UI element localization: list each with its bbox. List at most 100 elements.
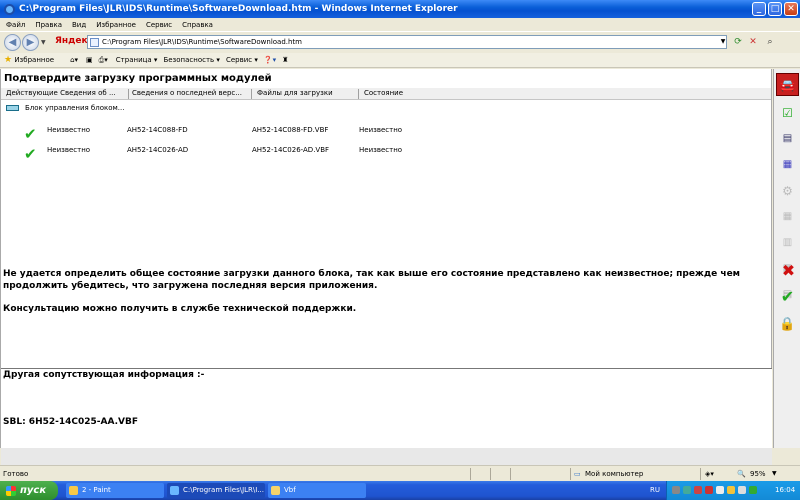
command-bar: ★ Избранное ⌂▾ ▣ ⎙▾ Страница ▾ Безопасно… <box>0 53 800 68</box>
search-icon[interactable]: ⌕ <box>763 35 777 49</box>
windows-logo-icon <box>6 485 16 496</box>
settings-list-icon[interactable]: ▤ <box>776 127 799 150</box>
task-label: C:\Program Files\JLR\I... <box>183 486 265 494</box>
tray-icon[interactable] <box>727 486 735 494</box>
tray-icon[interactable] <box>683 486 691 494</box>
column-divider[interactable] <box>251 89 252 99</box>
taskbar: пуск 2 - Paint C:\Program Files\JLR\I...… <box>0 481 800 500</box>
module-group-row[interactable]: Блок управления блоком... <box>6 104 124 112</box>
row-current: Неизвестно <box>47 126 91 134</box>
minimize-button[interactable]: _ <box>752 2 766 16</box>
column-header: Действующие Сведения об ... Сведения о п… <box>1 88 771 100</box>
folder-icon <box>271 486 280 495</box>
zoom-dropdown-icon[interactable]: ▼ <box>772 470 777 477</box>
cancel-icon[interactable]: ✖ <box>777 259 800 282</box>
address-input[interactable]: C:\Program Files\JLR\IDS\Runtime\Softwar… <box>87 35 727 49</box>
menu-edit[interactable]: Правка <box>35 21 62 29</box>
task-ie[interactable]: C:\Program Files\JLR\I... <box>167 483 265 498</box>
tools-disabled-icon[interactable]: ⚙ <box>776 179 799 202</box>
status-divider <box>700 468 701 480</box>
tools-menu-button[interactable]: Сервис ▾ <box>226 56 258 64</box>
menu-favorites[interactable]: Избранное <box>96 21 136 29</box>
task-paint[interactable]: 2 - Paint <box>66 483 164 498</box>
menu-help[interactable]: Справка <box>182 21 213 29</box>
report-icon[interactable]: ▦ <box>776 153 799 176</box>
language-indicator[interactable]: RU <box>650 486 660 494</box>
status-divider <box>510 468 511 480</box>
task-folder[interactable]: Vbf <box>268 483 366 498</box>
page-title: Подтвердите загрузку программных модулей <box>4 73 272 84</box>
row-current: Неизвестно <box>47 146 91 154</box>
checklist-icon[interactable]: ☑ <box>776 101 799 124</box>
row-latest: AH52-14C088-FD <box>127 126 188 134</box>
confirm-icon[interactable]: ✔ <box>776 285 799 308</box>
system-tray: 16:04 <box>666 481 800 500</box>
report-disabled-icon[interactable]: ▦ <box>776 205 799 228</box>
address-dropdown-icon[interactable]: ▼ <box>716 35 730 49</box>
ie-icon <box>170 486 179 495</box>
row-status: Неизвестно <box>359 126 403 134</box>
print-icon[interactable]: ⎙▾ <box>99 56 108 65</box>
ie-icon <box>4 3 15 15</box>
column-current-info[interactable]: Действующие Сведения об ... <box>6 89 128 97</box>
window-title-bar[interactable]: C:\Program Files\JLR\IDS\Runtime\Softwar… <box>0 0 800 18</box>
address-url: C:\Program Files\JLR\IDS\Runtime\Softwar… <box>102 38 302 46</box>
page-icon <box>90 38 99 47</box>
status-text: Готово <box>3 470 29 478</box>
clock[interactable]: 16:04 <box>775 486 795 494</box>
tray-icon[interactable] <box>694 486 702 494</box>
table-row[interactable]: ✔ Неизвестно AH52-14C088-FD AH52-14C088-… <box>0 123 771 142</box>
start-button[interactable]: пуск <box>0 481 58 500</box>
maximize-button[interactable]: □ <box>768 2 782 16</box>
history-dropdown-icon[interactable]: ▼ <box>41 39 46 46</box>
table-row[interactable]: ✔ Неизвестно AH52-14C026-AD AH52-14C026-… <box>0 143 771 162</box>
tray-icon[interactable] <box>672 486 680 494</box>
status-bar: Готово ▭ Мой компьютер ◈▾ 🔍 95% ▼ <box>0 465 800 481</box>
close-window-button[interactable]: ✕ <box>784 2 798 16</box>
tools-menu-label: Сервис <box>225 56 253 64</box>
home-icon[interactable]: ⌂▾ <box>70 56 78 64</box>
antivirus-icon[interactable] <box>705 486 713 494</box>
research-icon[interactable]: ♜ <box>282 56 288 64</box>
column-divider[interactable] <box>128 89 129 99</box>
vehicle-icon[interactable]: 🚘 <box>776 73 799 96</box>
column-files[interactable]: Файлы для загрузки <box>257 89 357 97</box>
volume-icon[interactable] <box>738 486 746 494</box>
page-menu-button[interactable]: Страница ▾ <box>116 56 158 64</box>
safety-menu-button[interactable]: Безопасность ▾ <box>163 56 220 64</box>
zoom-level[interactable]: 95% <box>750 470 766 478</box>
window-title: C:\Program Files\JLR\IDS\Runtime\Softwar… <box>19 4 458 14</box>
menu-view[interactable]: Вид <box>72 21 86 29</box>
status-divider <box>490 468 491 480</box>
column-status[interactable]: Состояние <box>364 89 444 97</box>
row-file: AH52-14C088-FD.VBF <box>252 126 329 134</box>
star-icon: ★ <box>4 55 13 65</box>
back-button[interactable]: ◀ <box>4 34 21 51</box>
feeds-icon[interactable]: ▣ <box>86 56 93 64</box>
checkmark-icon: ✔ <box>24 145 37 163</box>
tray-icon[interactable] <box>716 486 724 494</box>
task-label: 2 - Paint <box>82 486 111 494</box>
menu-file[interactable]: Файл <box>6 21 25 29</box>
help-icon[interactable]: ❓▾ <box>264 56 276 64</box>
unknown-state-message: Не удается определить общее состояние за… <box>3 269 741 291</box>
stop-icon[interactable]: ✕ <box>746 35 760 49</box>
refresh-icon[interactable]: ⟳ <box>731 35 745 49</box>
other-info-pane <box>1 368 772 448</box>
lock-icon[interactable]: 🔒 <box>776 313 799 336</box>
forward-button[interactable]: ▶ <box>22 34 39 51</box>
row-latest: AH52-14C026-AD <box>127 146 189 154</box>
computer-icon: ▭ <box>574 470 581 478</box>
module-group-label: Блок управления блоком... <box>25 104 125 112</box>
favorites-button[interactable]: ★ Избранное <box>4 55 54 65</box>
row-status: Неизвестно <box>359 146 403 154</box>
tool-panel: 🚘 ☑ ▤ ▦ ⚙ ▦ ▥ ▦ ▤ ✖ ✔ 🔒 <box>773 69 800 448</box>
protected-mode-icon[interactable]: ◈▾ <box>705 470 714 478</box>
tray-icon[interactable] <box>749 486 757 494</box>
column-divider[interactable] <box>358 89 359 99</box>
list-disabled-icon[interactable]: ▥ <box>776 231 799 254</box>
menu-bar: Файл Правка Вид Избранное Сервис Справка <box>0 18 800 31</box>
menu-tools[interactable]: Сервис <box>146 21 172 29</box>
content-footer <box>1 448 772 465</box>
column-latest-info[interactable]: Сведения о последней верс... <box>132 89 248 97</box>
